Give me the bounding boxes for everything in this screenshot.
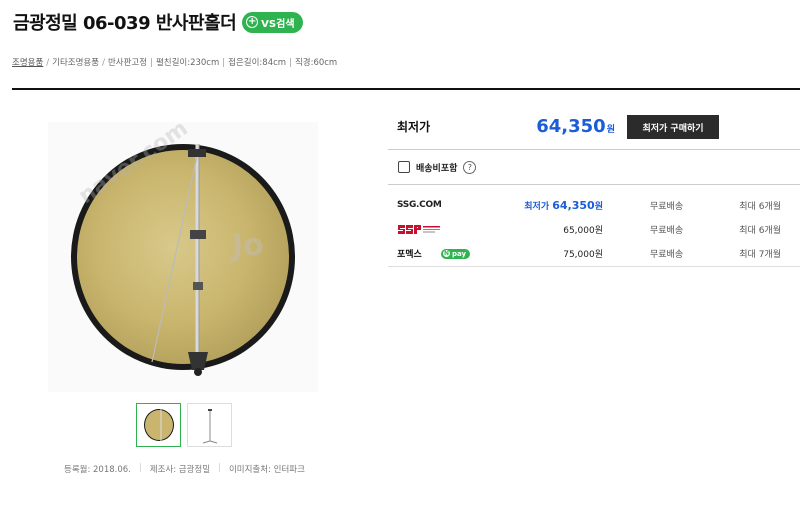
watermark-text: Jo [232, 228, 264, 263]
reflector-thumbnail-icon [143, 409, 174, 441]
main-product-image[interactable] [48, 122, 318, 392]
thumbnail-2[interactable] [187, 403, 232, 447]
seller-list: SSG.COM 최저가 64,350원 무료배송 최대 6개월 65,000원 [388, 193, 800, 267]
seller-row[interactable]: SSG.COM 최저가 64,350원 무료배송 최대 6개월 [388, 193, 800, 217]
installment-info: 최대 7개월 [739, 250, 781, 260]
npay-badge: Npay [441, 248, 471, 259]
price-prefix: 최저가 [524, 201, 550, 212]
spec-item: 직경:60cm [294, 58, 338, 68]
shipping-filter-row: 배송비포함 ? [388, 149, 800, 185]
product-meta: 등록월: 2018.06. | 제조사: 금광정밀 | 이미지출처: 인터파크 [64, 463, 305, 475]
breadcrumb: 조명용품 / 기타조명용품 / 반사판고정 | 펼친길이:230cm | 접은길이:84cm | 직… [12, 58, 338, 68]
installment-info: 최대 6개월 [739, 225, 781, 236]
product-title: 금광정밀 06-039 반사판홀더 [13, 13, 237, 34]
seller-price[interactable]: 75,000원 [563, 247, 603, 260]
header-divider [12, 88, 800, 90]
price-number: 64,350 [552, 198, 595, 212]
ssp-logo[interactable] [397, 223, 441, 235]
include-shipping-checkbox[interactable] [398, 161, 410, 173]
currency-unit: 원 [594, 201, 603, 212]
reflector-holder-image [71, 144, 295, 376]
image-source: 이미지출처: 인터파크 [228, 465, 305, 475]
price-panel: 최저가 64,350 원 최저가 구매하기 배송비포함 ? SSG.COM 최저가… [388, 103, 800, 267]
help-icon[interactable]: ? [463, 160, 477, 174]
spec-item: 접은길이:84cm [228, 58, 287, 68]
buy-lowest-button[interactable]: 최저가 구매하기 [627, 115, 719, 139]
lowest-price-value: 64,350 원 [536, 116, 615, 137]
seller-price[interactable]: 최저가 64,350원 [524, 199, 603, 212]
seller-price[interactable]: 65,000원 [563, 223, 603, 236]
shipping-info: 무료배송 [650, 250, 684, 260]
lowest-price-row: 최저가 64,350 원 최저가 구매하기 [388, 103, 800, 149]
ssg-logo[interactable]: SSG.COM [397, 200, 442, 210]
breadcrumb-item: 기타조명용품 [52, 58, 100, 68]
installment-info: 최대 6개월 [739, 201, 781, 212]
stand-thumbnail-icon [202, 409, 217, 444]
ssp-mall-logo-icon [398, 225, 440, 234]
manufacturer: 제조사: 금광정밀 [149, 465, 211, 475]
seller-row[interactable]: 포멕스 Npay 75,000원 무료배송 최대 7개월 [388, 241, 800, 267]
npay-label: pay [452, 249, 467, 258]
vs-search-label: VS검색 [261, 18, 295, 30]
registered-date: 등록월: 2018.06. [64, 465, 131, 475]
shipping-info: 무료배송 [650, 225, 684, 236]
thumbnail-1[interactable] [136, 403, 181, 447]
thumbnail-strip [136, 403, 232, 447]
formex-logo[interactable]: 포멕스 [397, 247, 422, 260]
spec-item: 펼친길이:230cm [155, 58, 220, 68]
seller-row[interactable]: 65,000원 무료배송 최대 6개월 [388, 217, 800, 241]
title-row: 금광정밀 06-039 반사판홀더 + VS검색 [13, 9, 303, 35]
breadcrumb-category-link[interactable]: 조명용품 [12, 58, 43, 68]
lowest-price-number: 64,350 [536, 115, 606, 137]
plus-icon: + [246, 16, 259, 28]
currency-unit: 원 [606, 124, 615, 135]
lowest-price-label: 최저가 [397, 119, 431, 134]
npay-icon: N [443, 250, 450, 257]
vs-search-button[interactable]: + VS검색 [242, 11, 303, 33]
include-shipping-label[interactable]: 배송비포함 [416, 161, 457, 174]
breadcrumb-item: 반사판고정 [107, 58, 148, 68]
shipping-info: 무료배송 [650, 201, 684, 212]
